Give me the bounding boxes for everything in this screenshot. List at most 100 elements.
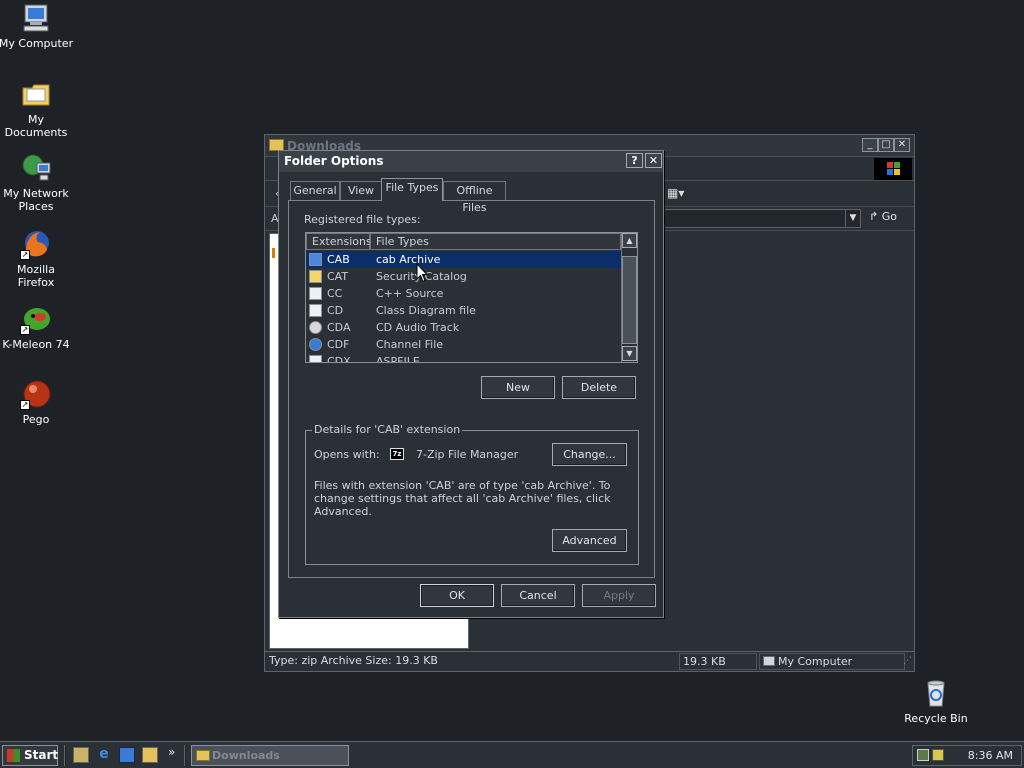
- recycle-bin-icon: [920, 677, 952, 709]
- list-item[interactable]: CD Class Diagram file: [306, 302, 621, 319]
- list-header: Extensions File Types: [306, 233, 621, 250]
- desktop-icon-k-meleon[interactable]: ↗ K-Meleon 74: [0, 303, 74, 351]
- tray-app-icon[interactable]: [932, 749, 944, 761]
- desktop-icon-recycle-bin[interactable]: Recycle Bin: [898, 677, 974, 725]
- status-info: Type: zip Archive Size: 19.3 KB: [269, 654, 438, 667]
- details-groupbox: Details for 'CAB' extension Opens with: …: [305, 423, 639, 565]
- desktop-icon-label: Pego: [22, 413, 50, 426]
- go-button[interactable]: ↱ Go: [869, 210, 897, 223]
- taskbar-divider: [184, 745, 186, 766]
- file-type-icon: [309, 338, 322, 351]
- file-types-panel: Registered file types: Extensions File T…: [288, 200, 655, 578]
- computer-icon: [763, 656, 775, 666]
- tab-offline-files[interactable]: Offline Files: [443, 181, 506, 214]
- address-field[interactable]: ▼: [663, 209, 861, 228]
- windows-logo-icon: [874, 158, 912, 180]
- internet-explorer-icon[interactable]: e: [96, 747, 112, 763]
- taskbar: Start e » Downloads 8:36 AM: [0, 741, 1024, 768]
- minimize-button[interactable]: _: [862, 138, 878, 152]
- clock[interactable]: 8:36 AM: [968, 749, 1013, 762]
- tab-general[interactable]: General: [290, 181, 340, 200]
- pego-icon: ↗: [20, 378, 52, 410]
- registered-file-types-label: Registered file types:: [304, 213, 421, 226]
- file-type-icon: [309, 287, 322, 300]
- desktop-icon-mozilla-firefox[interactable]: ↗ Mozilla Firefox: [0, 228, 74, 289]
- list-item[interactable]: CDA CD Audio Track: [306, 319, 621, 336]
- desktop-icon-label: Mozilla Firefox: [17, 263, 55, 289]
- search-icon[interactable]: [142, 747, 158, 763]
- show-desktop-icon[interactable]: [73, 747, 89, 763]
- cancel-button[interactable]: Cancel: [501, 584, 575, 607]
- dialog-close-button[interactable]: ✕: [645, 153, 662, 168]
- details-title: Details for 'CAB' extension: [312, 423, 463, 436]
- network-icon: [20, 152, 52, 184]
- desktop-icon-label: My Documents: [4, 113, 68, 139]
- list-item[interactable]: CAB cab Archive: [306, 251, 621, 268]
- go-arrow-icon: ↱: [869, 210, 882, 223]
- system-tray: 8:36 AM: [912, 745, 1022, 766]
- windows-logo-icon: [7, 749, 20, 762]
- file-type-icon: [309, 355, 322, 362]
- close-button[interactable]: ✕: [894, 138, 910, 152]
- start-button[interactable]: Start: [2, 745, 58, 766]
- new-button[interactable]: New: [481, 376, 555, 399]
- desktop-icon-label: K-Meleon 74: [2, 338, 70, 351]
- file-types-list[interactable]: Extensions File Types CAB cab Archive CA…: [305, 232, 638, 363]
- quicklaunch-divider: [64, 745, 66, 766]
- tab-file-types[interactable]: File Types: [381, 178, 443, 201]
- desktop-icon-pego[interactable]: ↗ Pego: [0, 378, 74, 426]
- list-item[interactable]: CC C++ Source: [306, 285, 621, 302]
- task-pane-mark: [272, 248, 275, 258]
- status-size: 19.3 KB: [679, 653, 757, 670]
- list-item[interactable]: CDF Channel File: [306, 336, 621, 353]
- delete-button[interactable]: Delete: [562, 376, 636, 399]
- kmeleon-icon: ↗: [20, 303, 52, 335]
- chevron-down-icon[interactable]: ▼: [845, 210, 860, 227]
- shortcut-arrow-icon: ↗: [20, 325, 30, 335]
- scroll-up-icon[interactable]: ▲: [622, 233, 637, 248]
- change-button[interactable]: Change...: [552, 443, 627, 466]
- opens-with-app: 7-Zip File Manager: [416, 448, 519, 461]
- column-header-extensions[interactable]: Extensions: [306, 233, 372, 250]
- mouse-cursor-icon: [416, 263, 428, 283]
- shortcut-arrow-icon: ↗: [20, 400, 30, 410]
- desktop-icon-label: My Network Places: [3, 187, 69, 213]
- apply-button[interactable]: Apply: [582, 584, 656, 607]
- folder-icon: [20, 78, 52, 110]
- advanced-button[interactable]: Advanced: [552, 529, 627, 552]
- column-header-file-types[interactable]: File Types: [370, 233, 621, 250]
- dialog-title: Folder Options: [284, 154, 384, 168]
- list-item[interactable]: CDX ASPFILE: [306, 353, 621, 362]
- explorer-statusbar: Type: zip Archive Size: 19.3 KB 19.3 KB …: [265, 651, 914, 671]
- list-item[interactable]: CAT Security Catalog: [306, 268, 621, 285]
- views-icon[interactable]: ▦▾: [667, 186, 684, 200]
- outlook-express-icon[interactable]: [119, 747, 135, 763]
- 7zip-icon: 7z: [390, 448, 404, 460]
- ok-button[interactable]: OK: [420, 584, 494, 607]
- scroll-down-icon[interactable]: ▼: [622, 346, 637, 361]
- desktop-icon-my-computer[interactable]: My Computer: [0, 2, 74, 50]
- resize-grip-icon[interactable]: ⋰: [903, 656, 912, 666]
- dialog-titlebar[interactable]: Folder Options ? ✕: [279, 151, 663, 172]
- tab-view[interactable]: View: [340, 181, 382, 200]
- taskbar-item-downloads[interactable]: Downloads: [191, 745, 349, 766]
- opens-with-label: Opens with:: [314, 448, 380, 461]
- folder-options-dialog[interactable]: Folder Options ? ✕ General View File Typ…: [278, 150, 664, 618]
- file-type-icon: [309, 270, 322, 283]
- maximize-button[interactable]: □: [878, 138, 894, 152]
- desktop-icon-label: My Computer: [0, 37, 74, 50]
- chevron-more-icon[interactable]: »: [168, 745, 175, 759]
- details-description: Files with extension 'CAB' are of type '…: [314, 479, 611, 518]
- list-scrollbar[interactable]: ▲ ▼: [621, 233, 637, 362]
- shortcut-arrow-icon: ↗: [20, 250, 30, 260]
- status-location: My Computer: [759, 653, 905, 670]
- help-button[interactable]: ?: [626, 153, 643, 168]
- desktop-icon-my-documents[interactable]: My Documents: [0, 78, 74, 139]
- file-type-icon: [309, 253, 322, 266]
- firefox-icon: ↗: [20, 228, 52, 260]
- desktop-icon-my-network-places[interactable]: My Network Places: [0, 152, 74, 213]
- folder-icon: [196, 750, 210, 761]
- file-type-icon: [309, 304, 322, 317]
- tray-network-icon[interactable]: [917, 749, 929, 761]
- scroll-thumb[interactable]: [622, 256, 637, 344]
